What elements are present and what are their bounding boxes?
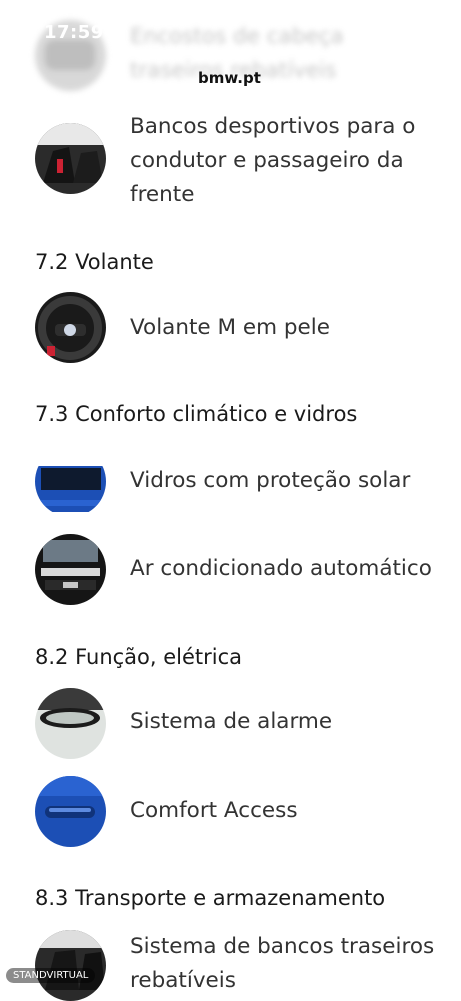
section-heading-electric: 8.2 Função, elétrica [35,645,243,669]
list-item-label: Comfort Access [130,798,298,823]
climate-control-photo-icon [35,534,106,605]
status-bar-time: 17:59 [44,22,104,43]
list-item-label: Encostos de cabeça traseiros rebatíveis [130,24,344,83]
steering-wheel-photo-icon [35,292,106,363]
list-item-label: Bancos desportivos para o condutor e pas… [130,114,416,207]
site-domain-label: bmw.pt [198,69,261,87]
tinted-window-photo-icon [35,446,106,517]
section-heading-transport: 8.3 Transporte e armazenamento [35,886,386,910]
list-item-label: Vidros com proteção solar [130,468,411,493]
list-item-label: Sistema de bancos traseiros rebatíveis [130,934,435,993]
section-heading-steering: 7.2 Volante [35,250,154,274]
list-item-label: Volante M em pele [130,315,330,340]
rear-seats-photo-icon [35,930,106,1001]
sport-seats-photo-icon [35,123,106,194]
watermark-badge: STANDVIRTUAL [6,968,96,983]
alarm-mirror-photo-icon [35,688,106,759]
list-item-label: Ar condicionado automático [130,556,432,581]
list-item-label: Sistema de alarme [130,709,333,734]
door-handle-photo-icon [35,776,106,847]
section-heading-climate: 7.3 Conforto climático e vidros [35,402,358,426]
